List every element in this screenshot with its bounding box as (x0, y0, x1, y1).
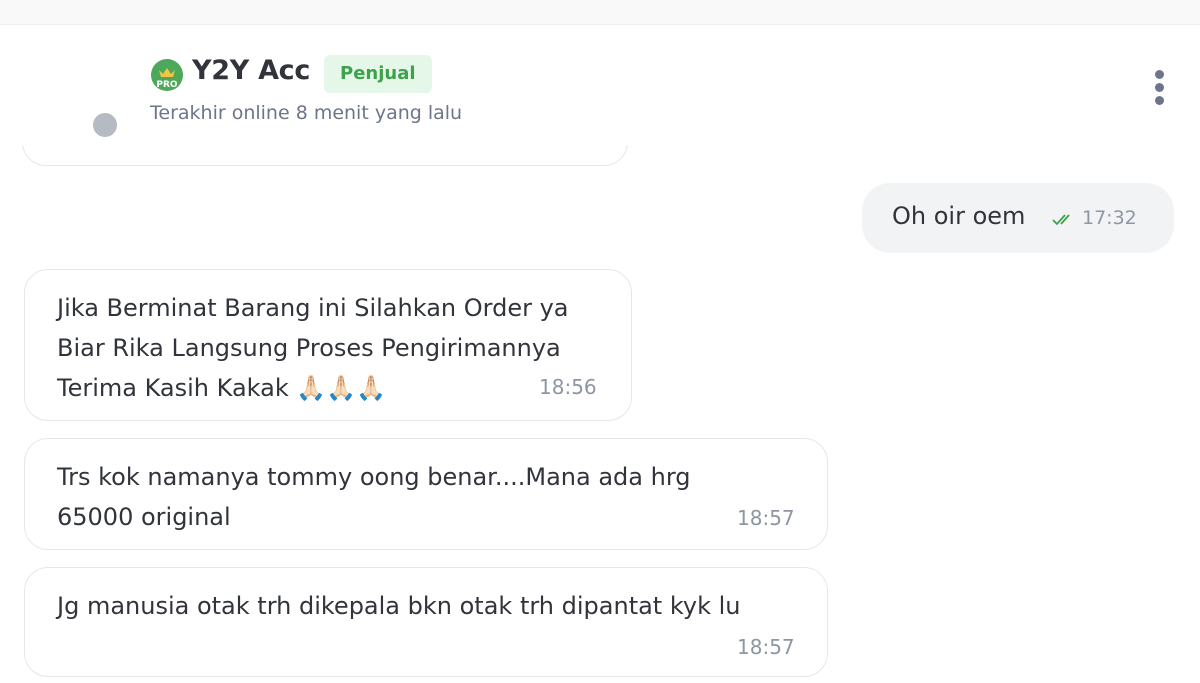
message-text: Jika Berminat Barang ini Silahkan Order … (57, 294, 569, 402)
seller-role-tag: Penjual (324, 55, 432, 93)
menu-dot (1154, 83, 1164, 92)
message-bubble-incoming[interactable]: Trs kok namanya tommy oong benar....Mana… (24, 438, 828, 550)
menu-dot (1154, 70, 1164, 79)
message-bubble-outgoing[interactable]: Oh oir oem 17:32 (862, 183, 1174, 253)
last-online-status: Terakhir online 8 menit yang lalu (150, 102, 463, 124)
message-text: Trs kok namanya tommy oong benar....Mana… (57, 463, 691, 531)
message-time: 18:56 (539, 375, 597, 399)
message-bubble-incoming[interactable]: Jika Berminat Barang ini Silahkan Order … (24, 269, 632, 421)
message-time: 17:32 (1082, 207, 1137, 229)
message-time: 18:57 (737, 635, 795, 659)
top-strip (0, 0, 1200, 25)
menu-dot (1154, 96, 1164, 105)
message-time: 18:57 (737, 506, 795, 530)
pro-badge-icon: PRO (151, 59, 183, 91)
more-vertical-icon[interactable] (1150, 70, 1168, 110)
double-check-icon (1052, 214, 1070, 226)
shop-name[interactable]: Y2Y Acc (192, 55, 310, 86)
message-bubble-incoming[interactable]: Jg manusia otak trh dikepala bkn otak tr… (24, 567, 828, 677)
pro-badge-label: PRO (156, 80, 178, 90)
offline-status-dot (90, 110, 120, 140)
message-text: Oh oir oem (892, 202, 1026, 230)
message-text: Jg manusia otak trh dikepala bkn otak tr… (57, 592, 741, 620)
